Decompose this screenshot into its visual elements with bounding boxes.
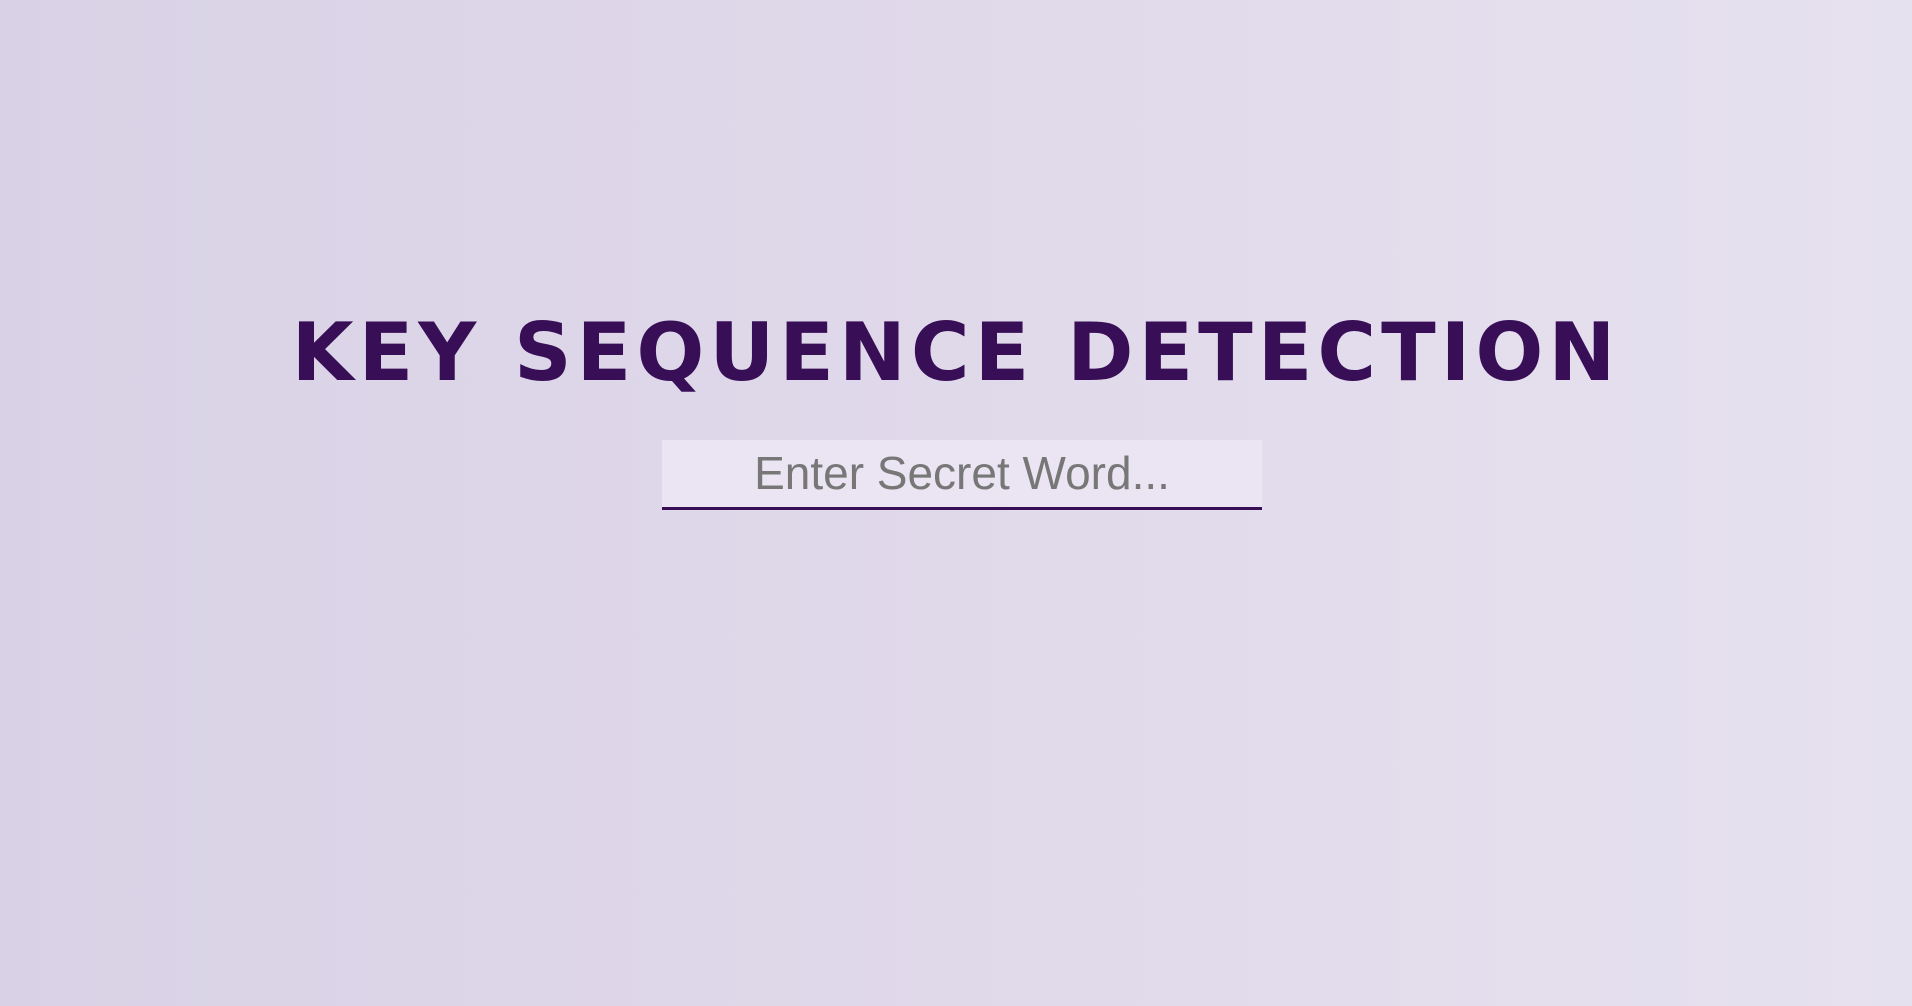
page-title: KEY SEQUENCE DETECTION: [291, 306, 1621, 399]
secret-word-input[interactable]: [662, 440, 1262, 510]
secret-word-field-container: [662, 440, 1262, 510]
page-stage: KEY SEQUENCE DETECTION: [0, 0, 1912, 1006]
